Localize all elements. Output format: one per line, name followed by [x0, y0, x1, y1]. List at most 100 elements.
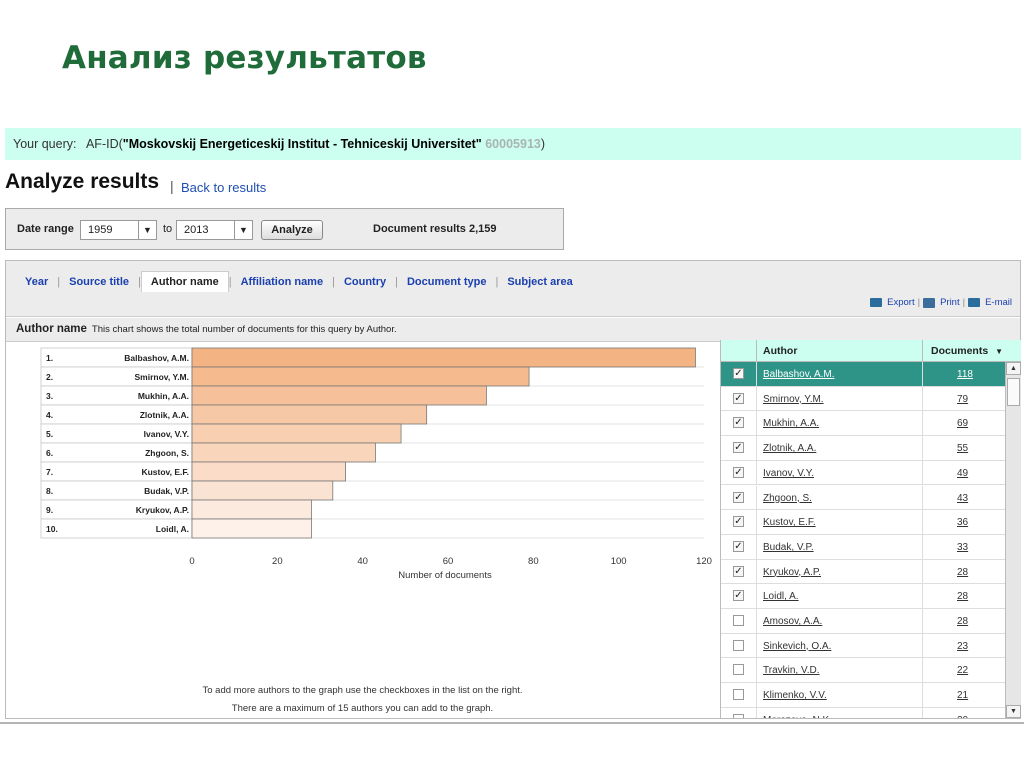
bar [191, 518, 312, 539]
column-header-documents-label: Documents [931, 345, 989, 357]
date-from-select[interactable]: 1959 ▼ [80, 220, 157, 240]
author-checkbox[interactable]: ✓ [733, 442, 744, 454]
author-link[interactable]: Kustov, E.F. [763, 517, 816, 528]
author-link[interactable]: Ivanov, V.Y. [763, 468, 814, 479]
author-link[interactable]: Mukhin, A.A. [763, 418, 819, 429]
author-link[interactable]: Balbashov, A.M. [763, 369, 835, 380]
chart-header-title: Author name [16, 323, 87, 335]
tab-document-type[interactable]: Document type [398, 272, 495, 292]
table-scrollbar[interactable]: ▲ ▼ [1005, 362, 1021, 718]
documents-count-link[interactable]: 28 [957, 591, 968, 602]
bar-rank-label: 7. [46, 467, 53, 477]
table-row: ✓ Loidl, A. 28 [721, 584, 1006, 609]
author-link[interactable]: Kryukov, A.P. [763, 567, 821, 578]
documents-count-link[interactable]: 28 [957, 616, 968, 627]
print-link[interactable]: Print [940, 297, 960, 308]
documents-count-link[interactable]: 20 [957, 715, 968, 718]
author-checkbox[interactable]: ✓ [733, 368, 744, 379]
author-link[interactable]: Loidl, A. [763, 591, 799, 602]
documents-count-link[interactable]: 28 [957, 567, 968, 578]
author-checkbox[interactable]: ✓ [733, 417, 744, 429]
bar-rank-label: 8. [46, 486, 53, 496]
documents-count-link[interactable]: 55 [957, 443, 968, 454]
author-checkbox[interactable]: ✓ [733, 590, 744, 602]
author-checkbox[interactable]: ✓ [733, 516, 744, 528]
author-checkbox[interactable]: ✓ [733, 392, 744, 404]
tab-year[interactable]: Year [16, 272, 57, 292]
author-checkbox[interactable]: ✓ [733, 540, 744, 552]
documents-count-link[interactable]: 79 [957, 394, 968, 405]
author-link[interactable]: Zlotnik, A.A. [763, 443, 816, 454]
scrollbar-thumb[interactable] [1007, 378, 1020, 406]
table-row: ✓ Kustov, E.F. 36 [721, 510, 1006, 535]
tab-country[interactable]: Country [335, 272, 395, 292]
tab-author-name[interactable]: Author name [140, 271, 229, 292]
documents-count-link[interactable]: 118 [957, 369, 973, 380]
author-checkbox[interactable] [733, 639, 744, 651]
bar [191, 461, 347, 482]
date-to-select[interactable]: 2013 ▼ [176, 220, 253, 240]
bar-rank-label: 4. [46, 410, 53, 420]
table-row: Morozova, N.K. 20 [721, 707, 1006, 718]
query-prefix: AF-ID( [85, 137, 123, 151]
bar-category-label: Budak, V.P. [144, 486, 189, 496]
author-checkbox[interactable] [733, 713, 744, 718]
chart-header-description: This chart shows the total number of doc… [91, 324, 397, 335]
documents-count-link[interactable]: 21 [957, 690, 968, 701]
documents-count-link[interactable]: 49 [957, 468, 968, 479]
chart-svg: 1. Balbashov, A.M. 2. Smirnov, Y.M. 3. Mukhin… [40, 347, 712, 581]
author-link[interactable]: Smirnov, Y.M. [763, 394, 824, 405]
date-range-panel: Date range 1959 ▼ to 2013 ▼ Analyze Docu… [5, 208, 564, 250]
chevron-down-icon: ▼ [138, 221, 156, 239]
author-checkbox[interactable] [733, 664, 744, 676]
analyze-button[interactable]: Analyze [261, 220, 323, 240]
x-tick-label: 120 [696, 556, 712, 567]
column-header-author[interactable]: Author [763, 345, 797, 357]
slide-title: Анализ результатов [62, 40, 427, 76]
separator: | [962, 297, 966, 308]
export-link[interactable]: Export [887, 297, 914, 308]
bar [191, 480, 334, 501]
documents-count-link[interactable]: 22 [957, 665, 968, 676]
tab-affiliation-name[interactable]: Affiliation name [232, 272, 333, 292]
author-checkbox[interactable] [733, 689, 744, 701]
bar-category-label: Loidl, A. [156, 524, 189, 534]
column-header-documents[interactable]: Documents ▼ [922, 340, 1004, 362]
bar-category-label: Mukhin, A.A. [138, 391, 189, 401]
author-link[interactable]: Budak, V.P. [763, 542, 814, 553]
author-checkbox[interactable]: ✓ [733, 565, 744, 577]
author-link[interactable]: Travkin, V.D. [763, 665, 820, 676]
bar-category-label: Zlotnik, A.A. [140, 410, 189, 420]
author-link[interactable]: Amosov, A.A. [763, 616, 822, 627]
tab-source-title[interactable]: Source title [60, 272, 138, 292]
x-axis-label: Number of documents [398, 570, 492, 581]
tab-subject-area[interactable]: Subject area [498, 272, 581, 292]
x-tick-label: 80 [528, 556, 539, 567]
scroll-up-icon[interactable]: ▲ [1006, 362, 1021, 375]
documents-count-link[interactable]: 69 [957, 418, 968, 429]
email-link[interactable]: E-mail [985, 297, 1012, 308]
bar-rank-label: 1. [46, 353, 53, 363]
author-link[interactable]: Morozova, N.K. [763, 715, 832, 718]
chevron-down-icon: ▼ [234, 221, 252, 239]
documents-count-link[interactable]: 36 [957, 517, 968, 528]
author-table: Author Documents ▼ ✓ Balbashov, A.M. 118 ✓ S… [720, 340, 1021, 718]
scroll-down-icon[interactable]: ▼ [1006, 705, 1021, 718]
author-link[interactable]: Zhgoon, S. [763, 493, 812, 504]
back-to-results-link[interactable]: Back to results [181, 180, 266, 195]
chart-footer-note-2: There are a maximum of 15 authors you ca… [231, 703, 494, 714]
x-tick-label: 20 [272, 556, 283, 567]
author-checkbox[interactable] [733, 615, 744, 626]
x-tick-label: 0 [189, 556, 194, 567]
author-checkbox[interactable]: ✓ [733, 491, 744, 503]
documents-count-link[interactable]: 43 [957, 493, 968, 504]
documents-count-link[interactable]: 33 [957, 542, 968, 553]
documents-count-link[interactable]: 23 [957, 641, 968, 652]
divider [0, 722, 1024, 724]
x-tick-label: 60 [443, 556, 454, 567]
author-checkbox[interactable]: ✓ [733, 466, 744, 478]
author-link[interactable]: Klimenko, V.V. [763, 690, 827, 701]
bar [191, 442, 376, 463]
bar-category-label: Smirnov, Y.M. [135, 372, 189, 382]
author-link[interactable]: Sinkevich, O.A. [763, 641, 831, 652]
